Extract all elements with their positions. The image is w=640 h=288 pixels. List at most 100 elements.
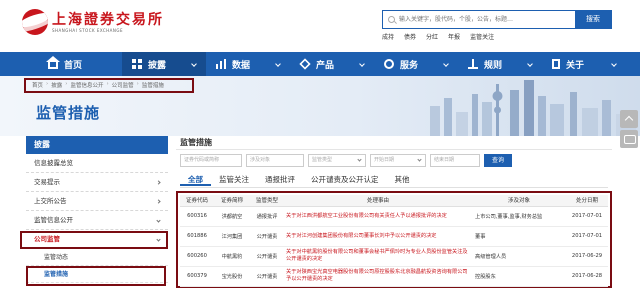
quick-link[interactable]: 债券 bbox=[404, 32, 416, 41]
sidebar: 披露 信息披露总览 交易提示 上交所公告 监管信息公开 公司监管 监管动态 监管… bbox=[26, 136, 168, 283]
cell-reason-link[interactable]: 关于对江西洪都航空工业股份有限公司有关责任人予以通报批评的决定 bbox=[284, 206, 472, 227]
nav-item-about[interactable]: 关于 bbox=[542, 52, 626, 76]
sidebar-subitem-dynamics[interactable]: 监管动态 bbox=[26, 249, 168, 266]
sidebar-item-trading-tips[interactable]: 交易提示 bbox=[26, 173, 168, 192]
sidebar-item-label: 信息披露总览 bbox=[34, 159, 73, 167]
col-header-code: 证券代码 bbox=[180, 195, 214, 207]
cell-object: 董事 bbox=[472, 226, 566, 247]
quick-links: 成持 债券 分红 年报 监管关注 bbox=[382, 32, 494, 41]
tab-supervision-attention[interactable]: 监管关注 bbox=[211, 173, 257, 186]
cell-date: 2017-06-28 bbox=[566, 266, 608, 287]
sidebar-item-label: 交易提示 bbox=[34, 178, 60, 186]
cell-type: 公开谴责 bbox=[250, 226, 284, 247]
quick-link[interactable]: 监管关注 bbox=[470, 32, 494, 41]
cell-reason-link[interactable]: 关于对中航黑豹股份有限公司和董事会秘书严佩玲时为专业人员股份监管关注及公开谴责的… bbox=[284, 246, 472, 267]
col-header-type: 监管类型 bbox=[250, 195, 284, 207]
nav-item-products[interactable]: 产品 bbox=[290, 52, 374, 76]
cell-reason-link[interactable]: 关于对陕西宝光真空电器股份有限公司原控股股东北京融昌航投资咨询有限公司予以公开谴… bbox=[284, 266, 472, 287]
code-input[interactable]: 证券代码或简称 bbox=[180, 154, 242, 167]
back-to-top-icon[interactable] bbox=[620, 110, 638, 128]
nav-item-home[interactable]: 首页 bbox=[38, 52, 122, 76]
query-button[interactable]: 查询 bbox=[484, 154, 512, 167]
tab-divider bbox=[180, 187, 608, 188]
nav-item-services[interactable]: 服务 bbox=[374, 52, 458, 76]
type-select[interactable]: 监管类型 bbox=[308, 154, 366, 167]
object-input[interactable]: 涉及对象 bbox=[246, 154, 304, 167]
chevron-down-icon bbox=[527, 61, 533, 67]
table-header-row: 证券代码 证券简称 监管类型 处理事由 涉及对象 处分日期 bbox=[180, 195, 608, 207]
skyline-illustration bbox=[430, 80, 636, 136]
table-row: 600260 中航黑豹 公开谴责 关于对中航黑豹股份有限公司和董事会秘书严佩玲时… bbox=[180, 246, 608, 267]
chevron-down-icon bbox=[156, 218, 161, 223]
nav-item-disclosure[interactable]: 披露 bbox=[122, 52, 206, 76]
tab-criticism[interactable]: 通报批评 bbox=[257, 173, 303, 186]
cell-code: 601886 bbox=[180, 226, 214, 247]
nav-label: 披露 bbox=[148, 60, 167, 71]
nav-label: 规则 bbox=[484, 60, 503, 71]
table-row: 601886 江河集团 公开谴责 关于对江河创建集团股份有限公司董事长刘中予以公… bbox=[180, 226, 608, 247]
col-header-object: 涉及对象 bbox=[472, 195, 566, 207]
cell-name: 中航黑豹 bbox=[214, 246, 250, 267]
site-header: 上海證券交易所 SHANGHAI STOCK EXCHANGE 搜索 成持 债券… bbox=[0, 0, 640, 52]
end-date-input[interactable]: 结束日期 bbox=[430, 154, 480, 167]
nav-item-data[interactable]: 数据 bbox=[206, 52, 290, 76]
cell-date: 2017-07-01 bbox=[566, 226, 608, 247]
cell-name: 洪都航空 bbox=[214, 206, 250, 227]
cell-type: 公开谴责 bbox=[250, 246, 284, 267]
tab-other[interactable]: 其他 bbox=[387, 173, 418, 186]
cell-object: 高级管理人员 bbox=[472, 246, 566, 267]
feedback-icon[interactable] bbox=[620, 130, 638, 148]
measures-table: 证券代码 证券简称 监管类型 处理事由 涉及对象 处分日期 600316 洪都航… bbox=[180, 195, 608, 287]
quick-link[interactable]: 成持 bbox=[382, 32, 394, 41]
tab-all[interactable]: 全部 bbox=[180, 173, 211, 186]
search-button[interactable]: 搜索 bbox=[575, 11, 611, 28]
chevron-down-icon bbox=[357, 157, 362, 162]
cell-date: 2017-07-01 bbox=[566, 206, 608, 227]
nav-item-rules[interactable]: 规则 bbox=[458, 52, 542, 76]
door-icon bbox=[552, 59, 560, 69]
highlight-box-breadcrumb bbox=[24, 78, 194, 93]
col-header-reason: 处理事由 bbox=[284, 195, 472, 207]
bars-icon bbox=[216, 59, 226, 69]
nav-label: 产品 bbox=[316, 60, 335, 71]
sidebar-item-announcements[interactable]: 上交所公告 bbox=[26, 192, 168, 211]
floating-tools bbox=[620, 110, 640, 150]
nav-label: 首页 bbox=[64, 60, 83, 71]
start-date-label: 开始日期 bbox=[374, 157, 395, 163]
sidebar-item-regulatory-info[interactable]: 监管信息公开 bbox=[26, 211, 168, 230]
nav-label: 服务 bbox=[400, 60, 419, 71]
chevron-right-icon bbox=[156, 199, 161, 204]
main-nav: 首页 披露 数据 产品 服务 规则 关于 bbox=[0, 52, 640, 76]
col-header-name: 证券简称 bbox=[214, 195, 250, 207]
gear-icon bbox=[384, 59, 394, 69]
scale-icon bbox=[468, 59, 478, 69]
quick-link[interactable]: 分红 bbox=[426, 32, 438, 41]
tab-bar: 全部 监管关注 通报批评 公开谴责及公开认定 其他 bbox=[180, 173, 418, 186]
tab-public-condemnation[interactable]: 公开谴责及公开认定 bbox=[303, 173, 387, 186]
nav-label: 数据 bbox=[232, 60, 251, 71]
quick-link[interactable]: 年报 bbox=[448, 32, 460, 41]
sidebar-header: 披露 bbox=[26, 136, 168, 154]
search-box: 搜索 bbox=[382, 10, 612, 29]
chevron-down-icon bbox=[443, 61, 449, 67]
logo-cn-text: 上海證券交易所 bbox=[52, 11, 164, 28]
cell-type: 通报批评 bbox=[250, 206, 284, 227]
type-select-label: 监管类型 bbox=[312, 157, 333, 163]
sse-logo[interactable]: 上海證券交易所 SHANGHAI STOCK EXCHANGE bbox=[22, 9, 164, 35]
chevron-down-icon bbox=[359, 61, 365, 67]
start-date-input[interactable]: 开始日期 bbox=[370, 154, 426, 167]
nav-label: 关于 bbox=[566, 60, 585, 71]
chevron-right-icon bbox=[156, 180, 161, 185]
search-input[interactable] bbox=[383, 11, 575, 28]
logo-en-text: SHANGHAI STOCK EXCHANGE bbox=[52, 27, 124, 33]
cell-object: 上市公司,董事,监事,财务总监 bbox=[472, 206, 566, 227]
highlight-box-measures bbox=[26, 266, 166, 286]
home-icon bbox=[46, 56, 60, 69]
col-header-date: 处分日期 bbox=[566, 195, 608, 207]
cell-reason-link[interactable]: 关于对江河创建集团股份有限公司董事长刘中予以公开谴责的决定 bbox=[284, 226, 472, 247]
cell-code: 600260 bbox=[180, 246, 214, 267]
cell-name: 江河集团 bbox=[214, 226, 250, 247]
sidebar-item-overview[interactable]: 信息披露总览 bbox=[26, 154, 168, 173]
sidebar-item-label: 上交所公告 bbox=[34, 197, 67, 205]
page-title: 监管措施 bbox=[36, 104, 101, 122]
